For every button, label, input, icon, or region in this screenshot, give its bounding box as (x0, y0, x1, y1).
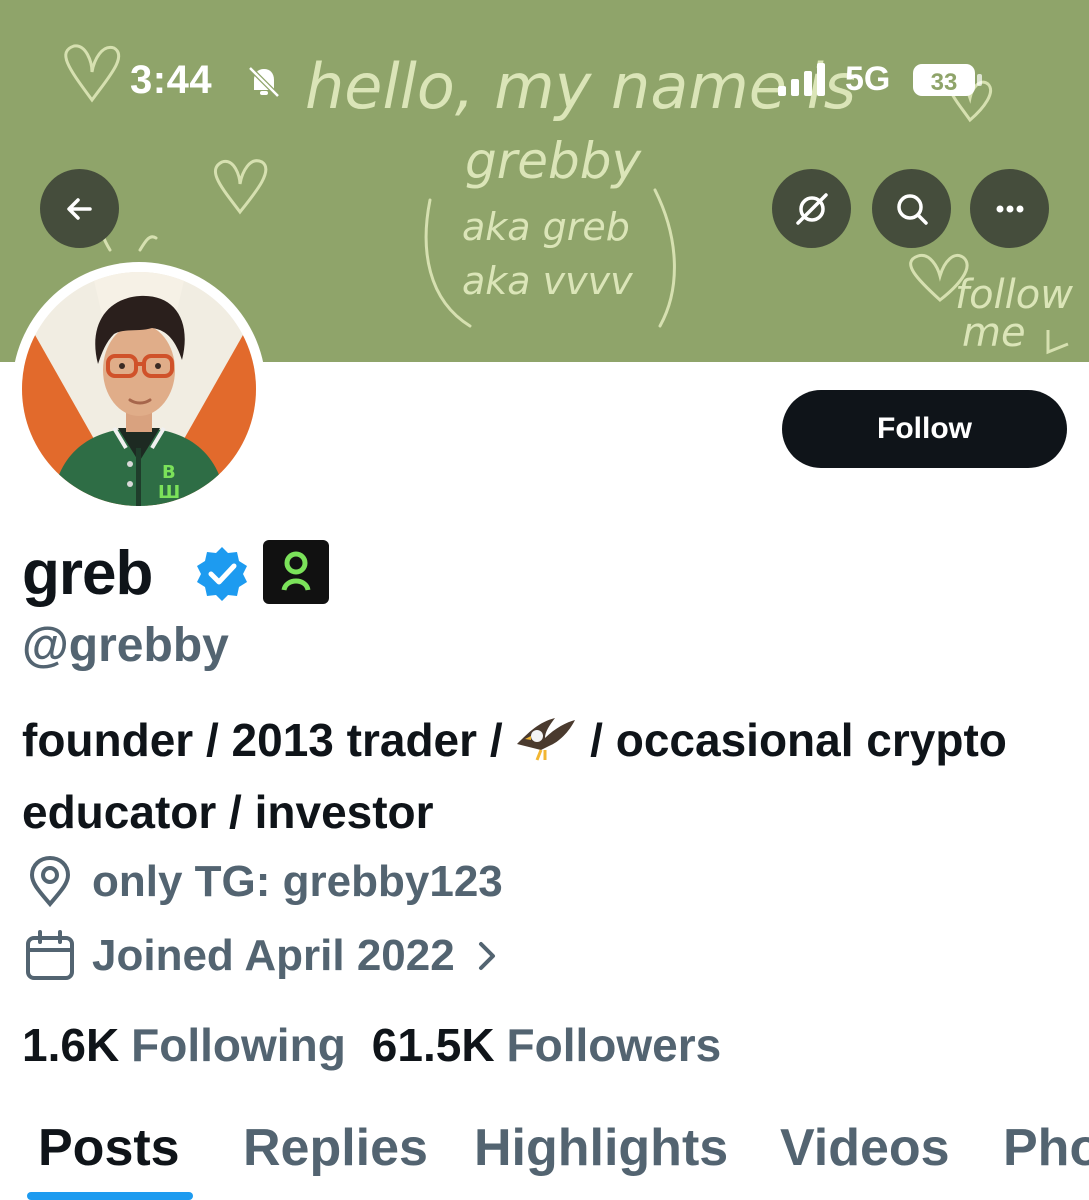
avatar-illustration: B Ш (22, 272, 256, 506)
chevron-right-icon (478, 942, 495, 970)
following-label: Following (131, 1019, 346, 1071)
profile-tabs: Posts Replies Highlights Videos Photos (0, 1110, 1089, 1200)
affiliate-badge[interactable] (263, 540, 329, 604)
tab-videos[interactable]: Videos (780, 1118, 950, 1178)
tab-photos[interactable]: Photos (1003, 1118, 1089, 1178)
affiliate-logo-icon (281, 551, 311, 591)
profile-bio: founder / 2013 trader / / occasional cry… (22, 704, 1062, 848)
search-button[interactable] (872, 169, 951, 248)
battery-icon: 33 (913, 64, 982, 96)
arrow-left-icon (66, 197, 92, 220)
battery-level: 33 (931, 69, 958, 96)
cellular-signal-icon (778, 63, 825, 96)
svg-text:aka vvvv: aka vvvv (462, 259, 633, 303)
more-options-button[interactable] (970, 169, 1049, 248)
svg-text:B: B (162, 462, 176, 483)
svg-text:Ш: Ш (158, 482, 180, 503)
followers-link[interactable]: 61.5K Followers (372, 1018, 721, 1072)
tab-highlights[interactable]: Highlights (474, 1118, 728, 1178)
grok-button[interactable] (772, 169, 851, 248)
following-count: 1.6K (22, 1019, 120, 1071)
tab-posts[interactable]: Posts (38, 1118, 180, 1178)
following-link[interactable]: 1.6K Following (22, 1018, 346, 1072)
profile-stats: 1.6K Following 61.5K Followers (22, 1018, 721, 1072)
grok-icon (795, 192, 828, 225)
network-type: 5G (845, 60, 891, 98)
calendar-icon (26, 930, 74, 980)
follow-button[interactable]: Follow (782, 390, 1067, 468)
svg-text:aka greb: aka greb (462, 205, 630, 249)
status-time: 3:44 (130, 58, 213, 102)
location-text: only TG: grebby123 (92, 857, 503, 906)
joined-text: Joined April 2022 (92, 931, 455, 980)
tab-replies[interactable]: Replies (243, 1118, 428, 1178)
profile-joined[interactable]: Joined April 2022 (22, 928, 505, 984)
profile-avatar[interactable]: B Ш (12, 262, 266, 516)
profile-location: only TG: grebby123 (22, 854, 503, 910)
active-tab-indicator (27, 1192, 193, 1200)
profile-handle: @grebby (22, 619, 229, 672)
search-icon (896, 193, 928, 225)
eagle-emoji-icon (517, 718, 576, 761)
more-horizontal-icon (996, 205, 1023, 212)
verified-badge-icon[interactable] (192, 544, 252, 604)
followers-label: Followers (506, 1019, 722, 1071)
svg-text:grebby: grebby (465, 132, 643, 190)
bell-slash-icon (248, 66, 280, 98)
svg-text:hello, my name is: hello, my name is (305, 50, 856, 123)
bio-text-part1: founder / 2013 trader / (22, 714, 516, 766)
display-name: greb (22, 539, 153, 608)
location-pin-icon (29, 855, 71, 908)
svg-text:me: me (962, 310, 1026, 356)
followers-count: 61.5K (371, 1019, 495, 1071)
back-button[interactable] (40, 169, 119, 248)
